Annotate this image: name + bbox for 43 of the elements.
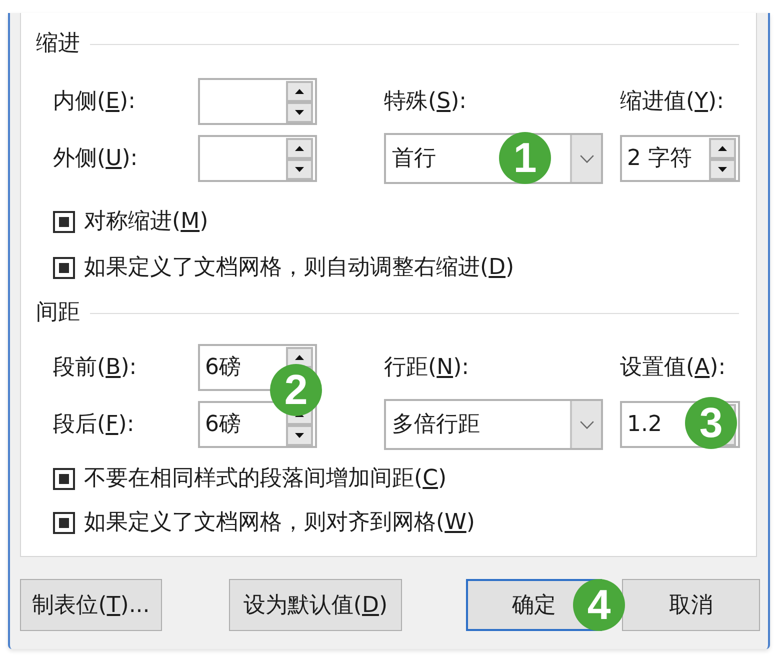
field-label: 外侧(U):	[53, 146, 138, 172]
spin-field[interactable]: 2 字符	[620, 135, 740, 182]
spin-down-button[interactable]	[709, 158, 736, 180]
checkbox-label: 如果定义了文档网格，则对齐到网格(W)	[84, 510, 475, 536]
spin-up-button[interactable]	[709, 138, 736, 158]
caret-down-icon	[295, 166, 304, 172]
checkbox-label: 对称缩进(M)	[84, 209, 208, 235]
field-label: 特殊(S):	[384, 88, 467, 114]
spin-field[interactable]	[198, 78, 317, 125]
dialog-button[interactable]: 取消	[622, 579, 760, 631]
field-label: 内侧(E):	[53, 88, 136, 114]
field-label: 缩进值(Y):	[620, 88, 724, 114]
caret-up-icon	[718, 146, 727, 150]
section-heading: 缩进	[36, 32, 80, 56]
spin-down-button[interactable]	[286, 158, 313, 180]
field-label: 设置值(A):	[620, 354, 726, 380]
caret-down-icon	[295, 432, 304, 438]
chevron-down-icon	[580, 154, 594, 162]
checkbox[interactable]	[53, 257, 75, 279]
checkbox[interactable]	[53, 512, 75, 534]
caret-up-icon	[295, 354, 304, 360]
chevron-down-icon	[580, 420, 594, 428]
dialog-button[interactable]: 设为默认值(D)	[229, 579, 402, 631]
checkbox-label: 如果定义了文档网格，则自动调整右缩进(D)	[84, 255, 514, 281]
spin-field[interactable]	[198, 135, 317, 182]
field-label: 段后(F):	[53, 412, 134, 438]
checkbox[interactable]	[53, 211, 75, 233]
checkbox-label: 不要在相同样式的段落间增加间距(C)	[84, 466, 447, 492]
spin-down-button[interactable]	[286, 424, 313, 446]
caret-down-icon	[718, 166, 727, 172]
dialog-button[interactable]: 制表位(T)...	[20, 579, 162, 631]
checkbox[interactable]	[53, 468, 75, 490]
spin-up-button[interactable]	[286, 138, 313, 158]
caret-up-icon	[295, 146, 304, 150]
spin-up-button[interactable]	[286, 80, 313, 102]
caret-down-icon	[295, 110, 304, 114]
spin-up-button[interactable]	[286, 346, 313, 368]
section-heading: 间距	[36, 301, 80, 325]
spin-down-button[interactable]	[286, 102, 313, 122]
field-label: 段前(B):	[53, 354, 137, 380]
caret-up-icon	[295, 88, 304, 94]
field-label: 行距(N):	[384, 354, 470, 380]
dropdown[interactable]: 多倍行距	[384, 399, 603, 450]
